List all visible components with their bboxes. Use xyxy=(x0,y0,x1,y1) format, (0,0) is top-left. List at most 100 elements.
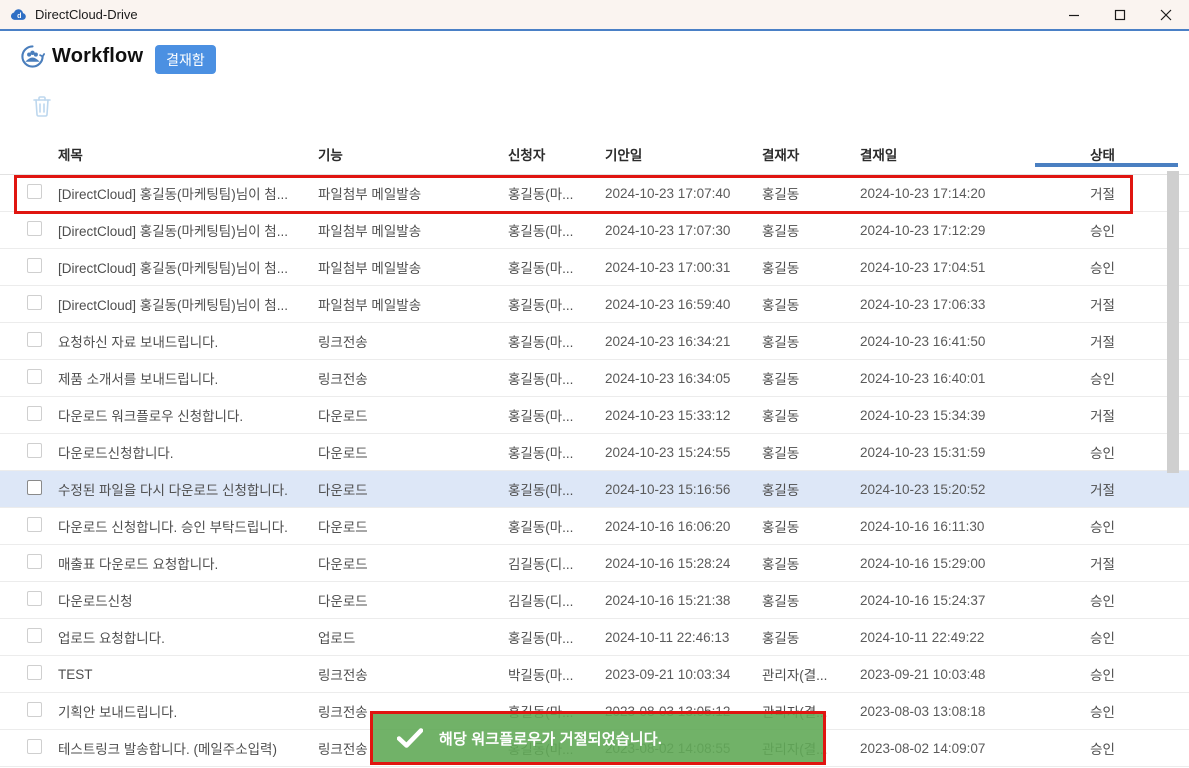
cell-function: 다운로드 xyxy=(318,516,508,536)
cell-function: 다운로드 xyxy=(318,442,508,462)
toast-message: 해당 워크플로우가 거절되었습니다. xyxy=(439,728,662,749)
cell-function: 다운로드 xyxy=(318,405,508,425)
cell-approval-date: 2023-08-03 13:08:18 xyxy=(860,704,1045,719)
row-checkbox[interactable] xyxy=(27,443,42,458)
close-button[interactable] xyxy=(1143,0,1189,29)
row-checkbox[interactable] xyxy=(27,554,42,569)
cell-function: 파일첨부 메일발송 xyxy=(318,257,508,277)
cell-title: 수정된 파일을 다시 다운로드 신청합니다. xyxy=(58,479,318,499)
status-badge: 승인 xyxy=(1045,590,1160,610)
cell-draft-date: 2024-10-23 15:16:56 xyxy=(605,482,762,497)
cell-title: TEST xyxy=(58,667,318,682)
row-checkbox[interactable] xyxy=(27,628,42,643)
approval-box-button[interactable]: 결재함 xyxy=(155,45,216,74)
row-checkbox[interactable] xyxy=(27,480,42,495)
status-badge: 승인 xyxy=(1045,368,1160,388)
row-checkbox[interactable] xyxy=(27,332,42,347)
header-accent-line xyxy=(1035,163,1178,167)
table-row[interactable]: [DirectCloud] 홍길동(마케팅팀)님이 첨... 파일첨부 메일발송… xyxy=(0,286,1189,323)
cell-title: [DirectCloud] 홍길동(마케팅팀)님이 첨... xyxy=(58,257,318,277)
cell-requester: 박길동(마... xyxy=(508,664,605,684)
status-badge: 승인 xyxy=(1045,442,1160,462)
cell-requester: 홍길동(마... xyxy=(508,516,605,536)
row-checkbox[interactable] xyxy=(27,258,42,273)
row-checkbox[interactable] xyxy=(27,221,42,236)
table-row[interactable]: 다운로드신청 다운로드 김길동(디... 2024-10-16 15:21:38… xyxy=(0,582,1189,619)
cell-approver: 홍길동 xyxy=(762,405,860,425)
cell-function: 링크전송 xyxy=(318,331,508,351)
titlebar: d DirectCloud-Drive xyxy=(0,0,1189,31)
cell-draft-date: 2024-10-16 15:28:24 xyxy=(605,556,762,571)
table-row[interactable]: 업로드 요청합니다. 업로드 홍길동(마... 2024-10-11 22:46… xyxy=(0,619,1189,656)
status-badge: 거절 xyxy=(1045,405,1160,425)
svg-text:d: d xyxy=(17,12,21,20)
cell-approver: 홍길동 xyxy=(762,331,860,351)
trash-icon[interactable] xyxy=(30,94,54,120)
cell-title: 기획안 보내드립니다. xyxy=(58,701,318,721)
cell-function: 파일첨부 메일발송 xyxy=(318,183,508,203)
vertical-scrollbar-thumb[interactable] xyxy=(1167,171,1179,473)
cell-draft-date: 2024-10-23 17:07:30 xyxy=(605,223,762,238)
table-row[interactable]: 수정된 파일을 다시 다운로드 신청합니다. 다운로드 홍길동(마... 202… xyxy=(0,471,1189,508)
status-badge: 승인 xyxy=(1045,257,1160,277)
cell-approver: 홍길동 xyxy=(762,516,860,536)
cell-approval-date: 2024-10-23 17:14:20 xyxy=(860,186,1045,201)
table-row[interactable]: 다운로드 신청합니다. 승인 부탁드립니다. 다운로드 홍길동(마... 202… xyxy=(0,508,1189,545)
cell-approver: 홍길동 xyxy=(762,627,860,647)
table-row[interactable]: [DirectCloud] 홍길동(마케팅팀)님이 첨... 파일첨부 메일발송… xyxy=(0,249,1189,286)
cell-approval-date: 2024-10-16 15:24:37 xyxy=(860,593,1045,608)
cell-function: 다운로드 xyxy=(318,553,508,573)
status-badge: 승인 xyxy=(1045,220,1160,240)
cell-approval-date: 2023-08-02 14:09:07 xyxy=(860,741,1045,756)
cell-draft-date: 2024-10-23 16:34:05 xyxy=(605,371,762,386)
table-row[interactable]: [DirectCloud] 홍길동(마케팅팀)님이 첨... 파일첨부 메일발송… xyxy=(0,212,1189,249)
row-checkbox[interactable] xyxy=(27,665,42,680)
table-row[interactable]: 요청하신 자료 보내드립니다. 링크전송 홍길동(마... 2024-10-23… xyxy=(0,323,1189,360)
cell-approver: 홍길동 xyxy=(762,220,860,240)
column-header-approver: 결재자 xyxy=(762,144,860,164)
cell-function: 링크전송 xyxy=(318,368,508,388)
row-checkbox[interactable] xyxy=(27,369,42,384)
row-checkbox[interactable] xyxy=(27,739,42,754)
window-title: DirectCloud-Drive xyxy=(35,7,138,22)
cell-approver: 홍길동 xyxy=(762,183,860,203)
row-checkbox[interactable] xyxy=(27,184,42,199)
cell-title: 매출표 다운로드 요청합니다. xyxy=(58,553,318,573)
table-row[interactable]: 다운로드 워크플로우 신청합니다. 다운로드 홍길동(마... 2024-10-… xyxy=(0,397,1189,434)
column-header-status: 상태 xyxy=(1045,144,1160,164)
maximize-button[interactable] xyxy=(1097,0,1143,29)
cell-function: 링크전송 xyxy=(318,664,508,684)
column-header-draft-date: 기안일 xyxy=(605,144,762,164)
status-badge: 거절 xyxy=(1045,553,1160,573)
cell-approval-date: 2024-10-23 15:20:52 xyxy=(860,482,1045,497)
cell-draft-date: 2024-10-16 16:06:20 xyxy=(605,519,762,534)
row-checkbox[interactable] xyxy=(27,517,42,532)
minimize-button[interactable] xyxy=(1051,0,1097,29)
table-row[interactable]: 제품 소개서를 보내드립니다. 링크전송 홍길동(마... 2024-10-23… xyxy=(0,360,1189,397)
cell-title: [DirectCloud] 홍길동(마케팅팀)님이 첨... xyxy=(58,183,318,203)
cell-function: 업로드 xyxy=(318,627,508,647)
status-badge: 거절 xyxy=(1045,294,1160,314)
cell-title: 요청하신 자료 보내드립니다. xyxy=(58,331,318,351)
row-checkbox[interactable] xyxy=(27,406,42,421)
table-row[interactable]: 매출표 다운로드 요청합니다. 다운로드 김길동(디... 2024-10-16… xyxy=(0,545,1189,582)
row-checkbox[interactable] xyxy=(27,295,42,310)
column-header-approval-date: 결재일 xyxy=(860,144,1045,164)
toast-notification: 해당 워크플로우가 거절되었습니다. xyxy=(370,711,826,765)
status-badge: 승인 xyxy=(1045,516,1160,536)
cell-function: 파일첨부 메일발송 xyxy=(318,220,508,240)
cell-title: 업로드 요청합니다. xyxy=(58,627,318,647)
cell-draft-date: 2024-10-23 15:33:12 xyxy=(605,408,762,423)
row-checkbox[interactable] xyxy=(27,591,42,606)
row-checkbox[interactable] xyxy=(27,702,42,717)
table-row[interactable]: 다운로드신청합니다. 다운로드 홍길동(마... 2024-10-23 15:2… xyxy=(0,434,1189,471)
table-row[interactable]: [DirectCloud] 홍길동(마케팅팀)님이 첨... 파일첨부 메일발송… xyxy=(0,175,1189,212)
table-row[interactable]: TEST 링크전송 박길동(마... 2023-09-21 10:03:34 관… xyxy=(0,656,1189,693)
cell-draft-date: 2023-09-21 10:03:34 xyxy=(605,667,762,682)
workflow-table: 제목 기능 신청자 기안일 결재자 결재일 상태 [DirectCloud] 홍… xyxy=(0,133,1189,767)
app-window: d DirectCloud-Drive Workflow 결재함 xyxy=(0,0,1189,768)
cell-approval-date: 2024-10-23 17:04:51 xyxy=(860,260,1045,275)
cell-approval-date: 2024-10-23 15:34:39 xyxy=(860,408,1045,423)
column-header-function: 기능 xyxy=(318,144,508,164)
cell-approval-date: 2024-10-23 15:31:59 xyxy=(860,445,1045,460)
